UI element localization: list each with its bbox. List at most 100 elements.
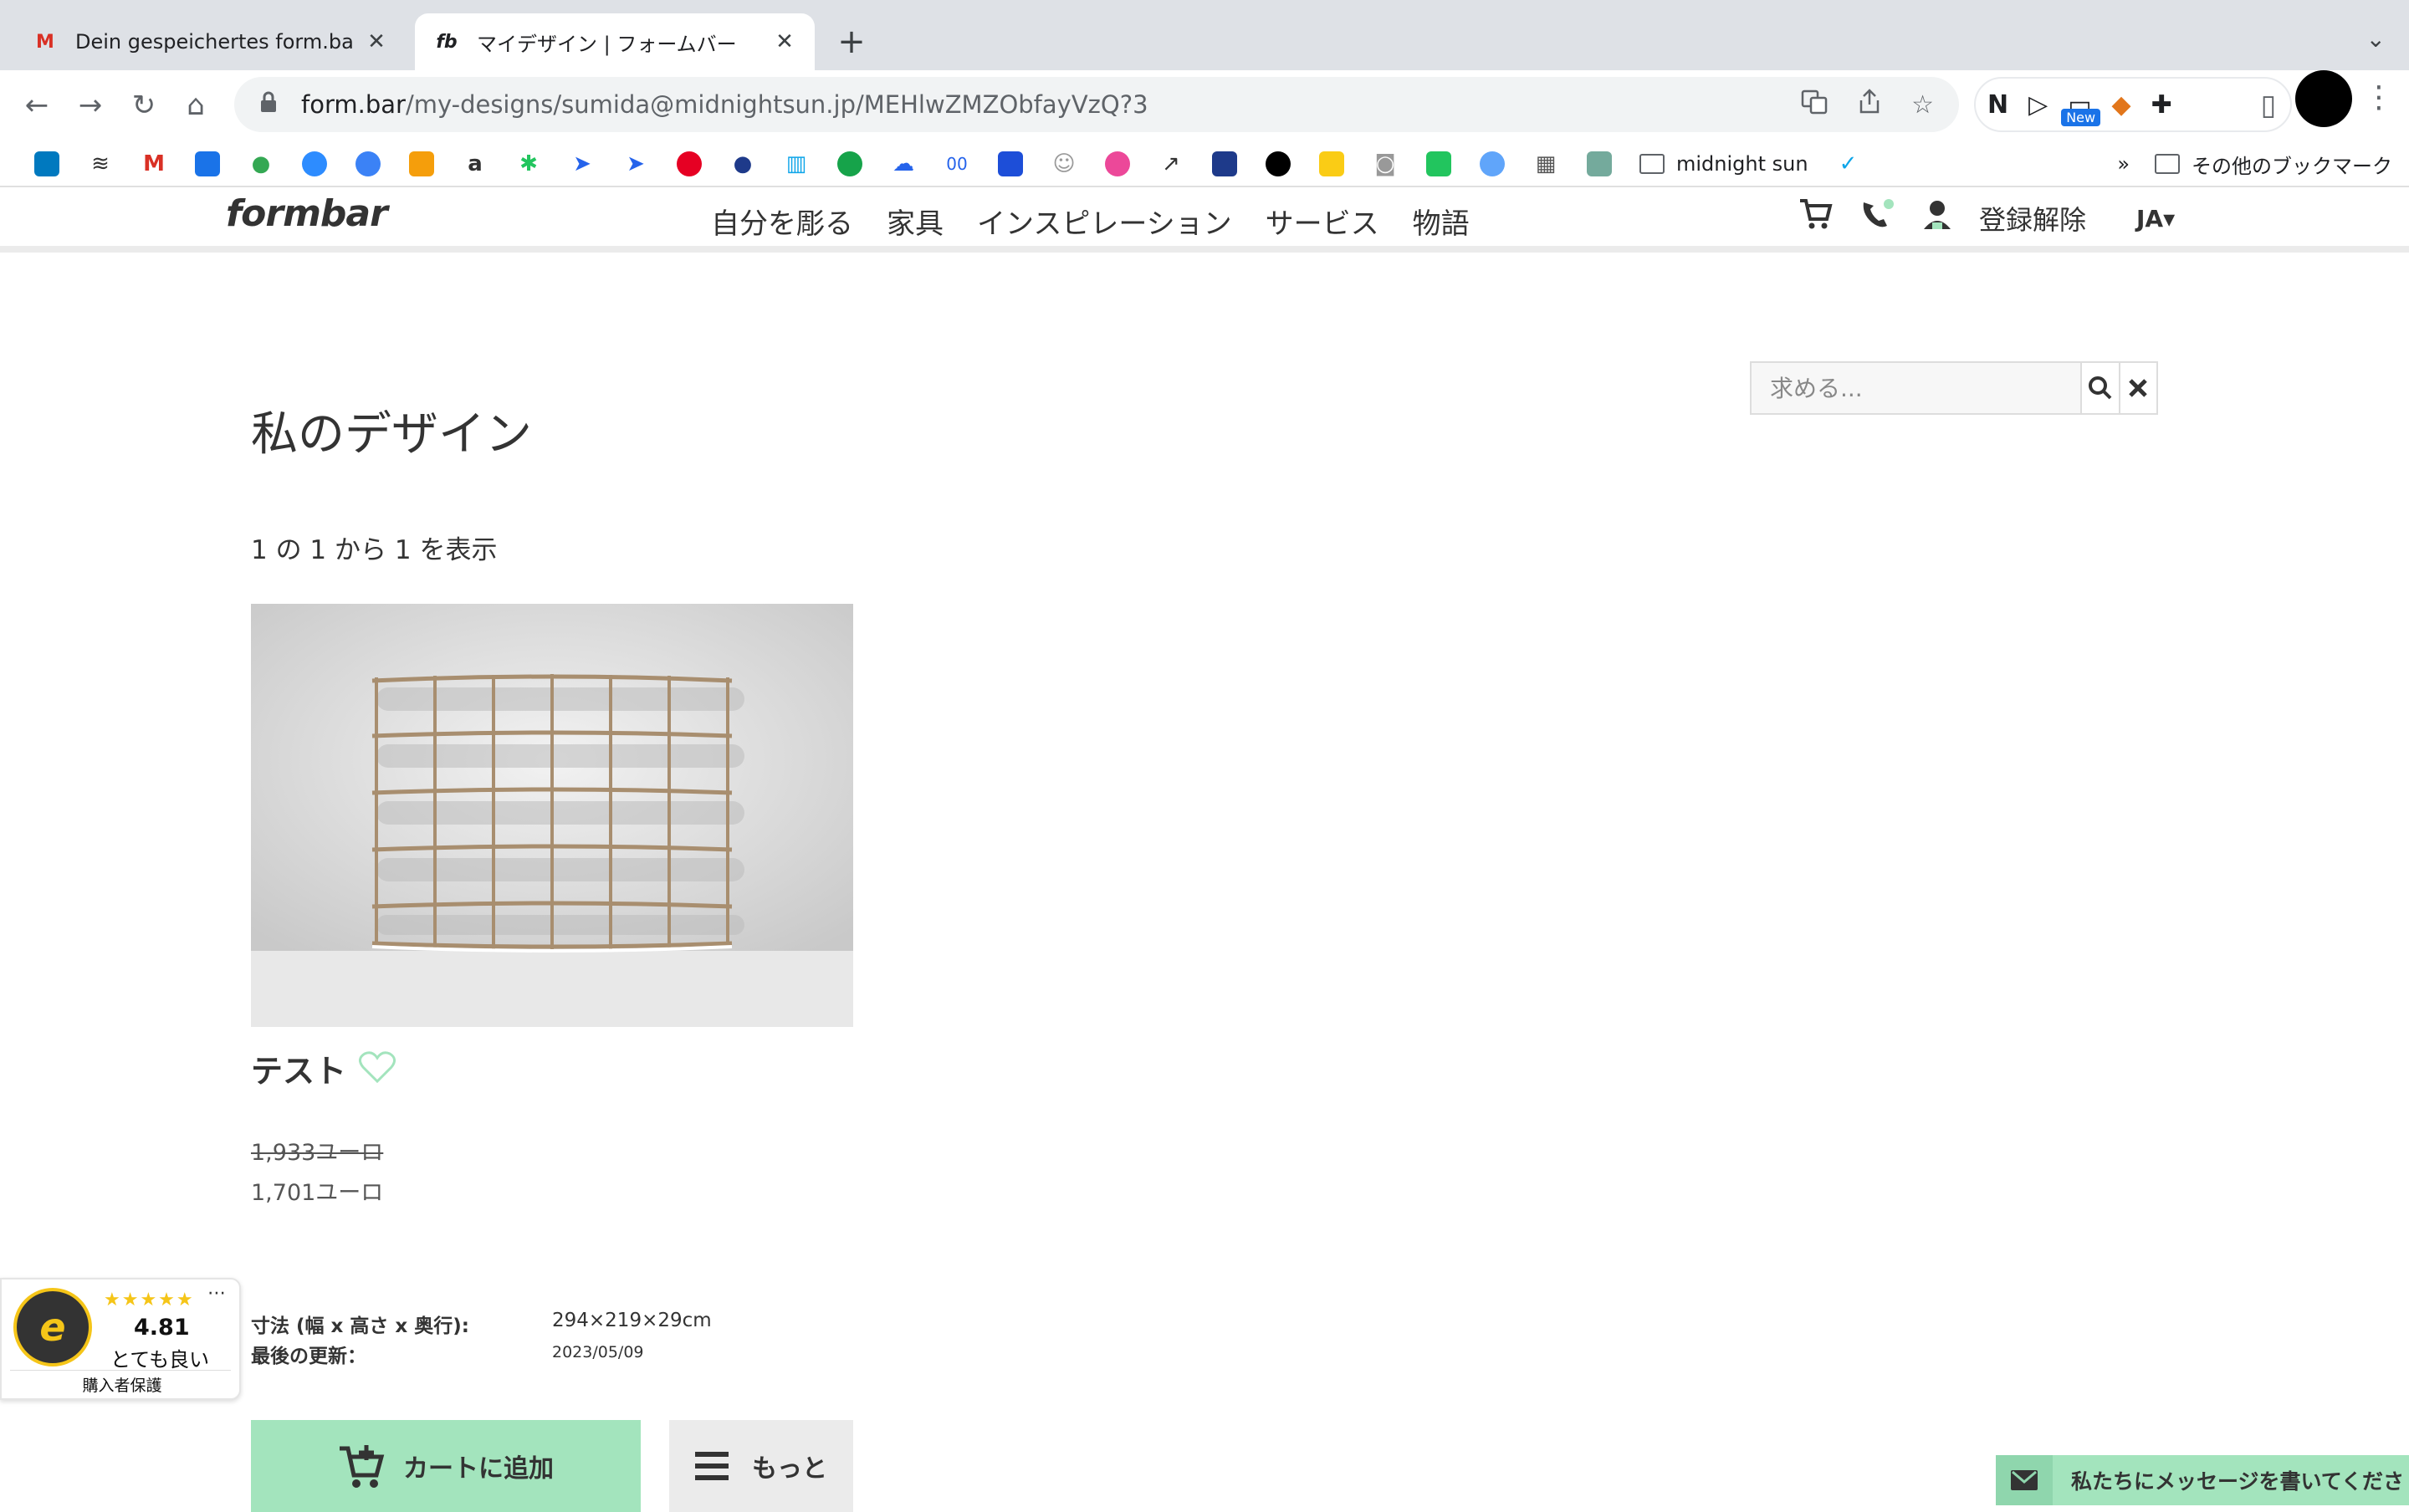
cart-add-icon [340,1445,385,1488]
browser-tab-gmail[interactable]: M Dein gespeichertes form.bar-D ✕ [13,13,407,70]
rating-stars: ★★★★★ [104,1290,195,1310]
more-button[interactable]: もっと [669,1420,853,1512]
amazon-icon[interactable]: a [448,147,502,181]
smiley-icon[interactable]: ☺ [1037,147,1091,181]
reload-icon[interactable]: ↻ [124,85,164,125]
pinterest-icon[interactable] [662,147,716,181]
bookmark-camera-icon[interactable]: ◙ [1358,147,1412,181]
original-price: 1,933ユーロ [251,1140,384,1166]
bookmark-orange-icon[interactable] [395,147,448,181]
avatar[interactable] [2295,70,2352,127]
product-image[interactable] [251,604,853,1027]
more-options-icon[interactable]: ⋯ [207,1283,226,1304]
nav-item-design[interactable]: 自分を彫る [711,201,853,242]
nav-item-story[interactable]: 物語 [1413,201,1470,242]
notion-icon[interactable]: N [1987,90,2008,120]
building-icon[interactable]: ▦ [1519,147,1573,181]
menu-icon[interactable]: ⋮ [2364,80,2394,115]
bookmark-pen-icon[interactable]: ↗ [1144,147,1198,181]
chatwork-icon[interactable] [341,147,395,181]
clear-search-button[interactable] [2118,363,2156,413]
address-bar[interactable]: form.bar/my-designs/sumida@midnightsun.j… [234,77,1959,132]
line-icon[interactable] [1412,147,1465,181]
close-icon[interactable]: ✕ [365,29,388,54]
close-icon[interactable]: ✕ [773,29,796,54]
search-input[interactable] [1752,363,2080,413]
bookmark-chart-icon[interactable]: ▥ [770,147,823,181]
chevron-down-icon[interactable]: ⌄ [2366,25,2386,53]
browser-tab-bar: M Dein gespeichertes form.bar-D ✕ fb マイデ… [0,0,2409,70]
cart-icon[interactable] [1798,197,1834,239]
updated-value: 2023/05/09 [552,1343,644,1361]
zoom-icon[interactable] [288,147,341,181]
cloud-icon[interactable]: ☁ [877,147,930,181]
asterisk-icon[interactable]: ✱ [502,147,555,181]
translate-icon[interactable] [1801,88,1828,121]
other-bookmarks-folder[interactable]: その他のブックマーク [2155,150,2392,179]
dimensions-label: 寸法 (幅 x 高さ x 奥行): [251,1315,469,1337]
account-logout-link[interactable]: 登録解除 [1979,199,2086,238]
site-logo[interactable]: formbar [226,192,388,235]
nav-item-furniture[interactable]: 家具 [887,201,944,242]
mail-icon [1996,1455,2053,1505]
gmail-icon[interactable]: M [127,147,181,181]
bookmark-circle-icon[interactable] [823,147,877,181]
tab-title: マイデザイン | フォームバー [477,32,737,56]
puzzle-icon[interactable]: ✚ [2151,90,2172,120]
user-icon[interactable] [1921,197,1954,239]
miro-icon[interactable] [1305,147,1358,181]
star-icon[interactable]: ☆ [1911,90,1934,120]
other-bookmarks-label: その他のブックマーク [2192,154,2392,178]
side-panel-icon[interactable]: ▯ [2248,85,2289,125]
rating-score: 4.81 [134,1315,190,1341]
tab-title: Dein gespeichertes form.bar-D [75,30,355,54]
new-extension-icon[interactable]: ▭ New [2061,90,2101,126]
bookmarks-bar: ≋ M ● a ✱ ➤ ➤ ● ▥ ☁ 00 ☺ ↗ ◙ ▦ midnight … [20,140,1875,187]
back-icon[interactable]: ← [17,85,57,125]
nav-item-service[interactable]: サービス [1266,201,1379,242]
metamask-icon[interactable]: ◆ [2112,90,2131,120]
phone-icon[interactable] [1859,197,1895,239]
page-title: 私のデザイン [251,407,532,462]
bookmark-blue-circle-icon[interactable] [1465,147,1519,181]
search-button[interactable] [2080,363,2119,413]
buyer-protection-label: 購入者保護 [82,1377,162,1395]
new-tab-icon[interactable]: + [833,23,870,61]
chatgpt-icon[interactable] [1573,147,1626,181]
product-name[interactable]: テスト [251,1045,346,1091]
forward-icon[interactable]: → [70,85,110,125]
bookmarks-bar-right: » その他のブックマーク [2117,140,2392,187]
bookmark-pink-icon[interactable] [1091,147,1144,181]
database-icon[interactable]: ≋ [74,147,127,181]
chat-widget[interactable]: 私たちにメッセージを書いてくださ [1996,1455,2409,1505]
bookmark-arrow-icon[interactable]: ➤ [609,147,662,181]
trello-icon[interactable] [20,147,74,181]
browser-tab-formbar[interactable]: fb マイデザイン | フォームバー ✕ [415,13,815,70]
home-icon[interactable]: ⌂ [176,85,216,125]
address-bar-actions: ☆ [1801,77,1934,132]
bookmark-v-icon[interactable]: ✓ [1822,147,1875,181]
video-extension-icon[interactable]: ▷ [2028,90,2048,120]
bookmark-ana-icon[interactable] [1198,147,1251,181]
language-label: JA [2136,204,2164,232]
calendar-icon[interactable] [181,147,234,181]
heart-icon[interactable] [358,1050,396,1084]
share-icon[interactable] [1858,88,1881,121]
language-selector[interactable]: JA▾ [2136,205,2175,232]
maps-icon[interactable]: ● [234,147,288,181]
bookmark-arrow-icon[interactable]: ➤ [555,147,609,181]
bookmark-dot-icon[interactable]: ● [716,147,770,181]
nav-item-inspiration[interactable]: インスピレーション [977,201,1232,242]
add-to-cart-button[interactable]: カートに追加 [251,1420,641,1512]
bookmark-folder-midnight-sun[interactable]: midnight sun [1626,152,1822,176]
sale-price: 1,701ユーロ [251,1180,384,1206]
bookmark-text-icon[interactable]: 00 [930,147,984,181]
openai-icon[interactable] [1251,147,1305,181]
site-header: formbar 自分を彫る 家具 インスピレーション サービス 物語 登録解除 … [0,187,2409,253]
trusted-shops-widget[interactable]: e ★★★★★ ⋯ 4.81 とても良い 購入者保護 [0,1278,241,1400]
extensions-area: N ▷ ▭ New ◆ ✚ [1974,77,2292,132]
dimensions-value: 294×219×29cm [552,1310,712,1331]
new-badge: New [2061,108,2101,126]
bookmarks-overflow-icon[interactable]: » [2117,152,2130,176]
bookmark-blue-square-icon[interactable] [984,147,1037,181]
